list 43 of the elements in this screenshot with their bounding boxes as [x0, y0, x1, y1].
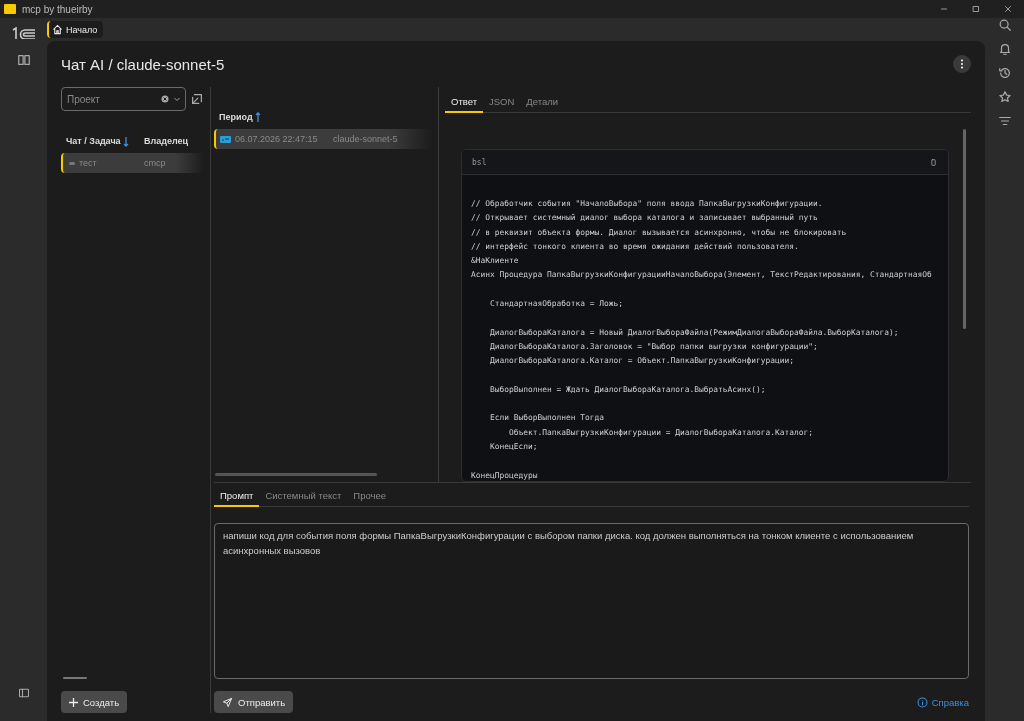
app-logo	[4, 4, 16, 14]
info-icon	[916, 696, 928, 708]
scrollbar[interactable]	[215, 473, 377, 476]
column-header[interactable]: Чат / Задача	[61, 135, 144, 147]
maximize-icon[interactable]	[971, 4, 981, 14]
tab[interactable]: Ответ	[445, 93, 483, 113]
home-tab[interactable]: Начало	[47, 21, 104, 38]
send-icon	[222, 696, 233, 708]
resize-handle[interactable]	[63, 677, 87, 679]
dropdown-icon[interactable]	[173, 95, 181, 103]
sidebar-icon[interactable]	[17, 687, 30, 699]
message-icon	[220, 135, 231, 143]
bell-icon[interactable]	[997, 42, 1012, 56]
help-link[interactable]: Справка	[916, 696, 969, 708]
column-header[interactable]: Владелец	[144, 136, 204, 146]
home-icon	[52, 24, 63, 35]
tab[interactable]: Детали	[520, 93, 565, 113]
tab[interactable]: Прочее	[347, 487, 392, 507]
prompt-field[interactable]: напиши код для события поля формы ПапкаВыгрузкиКонфигурации с выбором папки диска. код должен выполняться на тонком клиенте с использованием асинхронных вызовов	[214, 523, 969, 679]
book-icon[interactable]	[16, 53, 31, 67]
close-icon[interactable]	[1003, 4, 1013, 14]
filter-icon[interactable]	[997, 114, 1012, 128]
plus-icon	[69, 697, 78, 707]
search-icon[interactable]	[997, 18, 1012, 32]
column-header[interactable]: Период	[214, 111, 261, 123]
star-icon[interactable]	[997, 90, 1012, 104]
scrollbar[interactable]	[963, 129, 966, 329]
create-button[interactable]: Создать	[61, 691, 128, 713]
more-icon	[960, 59, 964, 69]
code-language: bsl	[472, 157, 487, 167]
page-title: Чат AI / claude-sonnet-5	[61, 55, 225, 73]
send-button[interactable]: Отправить	[214, 691, 294, 713]
clear-icon[interactable]	[161, 95, 169, 103]
tab[interactable]: Промпт	[214, 487, 260, 507]
brand-logo[interactable]	[10, 27, 37, 39]
window-title: mcp by thueirby	[22, 3, 93, 15]
copy-icon[interactable]	[929, 157, 938, 167]
tab[interactable]: Системный текст	[259, 487, 348, 507]
more-button[interactable]	[953, 55, 971, 73]
history-icon[interactable]	[997, 66, 1012, 80]
chat-icon	[69, 161, 75, 165]
project-field[interactable]: Проект	[61, 87, 186, 111]
tab[interactable]: JSON	[483, 93, 521, 113]
